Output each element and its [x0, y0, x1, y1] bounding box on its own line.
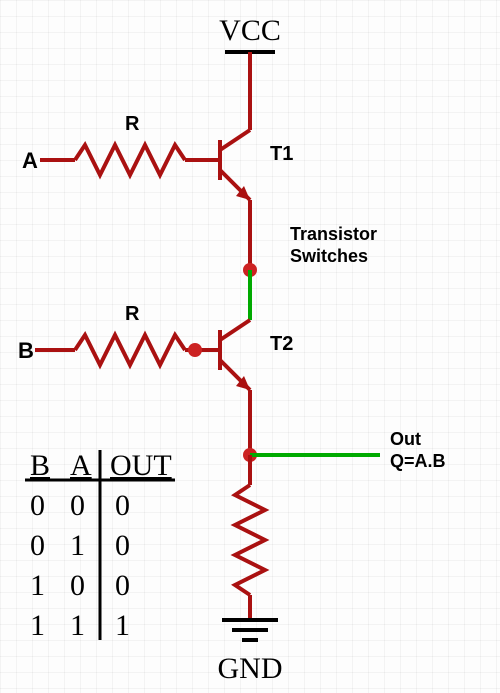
out-eq: Q=A.B: [390, 451, 446, 471]
t2-label: T2: [270, 333, 293, 355]
r2a: 0: [70, 569, 85, 602]
vcc-label: VCC: [219, 14, 281, 47]
r2b: 1: [30, 569, 45, 602]
th-b: B: [30, 449, 50, 482]
r3b: 1: [30, 609, 45, 642]
t1-label: T1: [270, 143, 293, 165]
r3a: 1: [70, 609, 85, 642]
gnd-label: GND: [218, 652, 283, 685]
input-b-label: B: [18, 338, 34, 363]
input-a-net: [40, 145, 200, 175]
r1a: 1: [70, 529, 85, 562]
r1b: 0: [30, 529, 45, 562]
th-a: A: [70, 449, 92, 482]
truth-table: B A OUT 0 0 0 0 1 0 1 0 0 1 1 1: [25, 449, 175, 642]
transistor-t1: [200, 130, 250, 270]
r0b: 0: [30, 489, 45, 522]
r3o: 1: [115, 609, 130, 642]
annotation-line2: Switches: [290, 246, 368, 266]
input-b-net: [35, 335, 200, 365]
out-label: Out: [390, 429, 421, 449]
input-a-label: A: [22, 148, 38, 173]
r1o: 0: [115, 529, 130, 562]
pulldown-net: [235, 455, 265, 620]
r0o: 0: [115, 489, 130, 522]
gnd-symbol: [222, 620, 278, 640]
annotation-line1: Transistor: [290, 224, 377, 244]
r0a: 0: [70, 489, 85, 522]
transistor-t2: [200, 320, 250, 455]
node-b: [188, 343, 202, 357]
th-out: OUT: [110, 449, 172, 482]
r2o: 0: [115, 569, 130, 602]
vcc-rail: [225, 52, 275, 130]
resistor-a-label: R: [125, 113, 140, 135]
resistor-b-label: R: [125, 303, 140, 325]
